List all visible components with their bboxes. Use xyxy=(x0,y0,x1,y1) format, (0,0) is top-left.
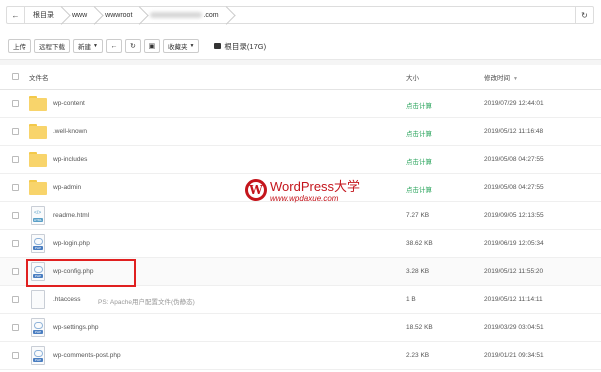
refresh-icon[interactable]: ↻ xyxy=(124,39,141,53)
php-file-icon: PHP xyxy=(31,346,45,365)
file-name[interactable]: .htaccess xyxy=(53,296,80,303)
row-checkbox[interactable] xyxy=(12,324,19,333)
file-name[interactable]: wp-login.php xyxy=(53,240,90,247)
folder-icon xyxy=(29,152,47,167)
file-size: 2.23 KB xyxy=(406,352,430,359)
modified-time: 2019/09/05 12:13:55 xyxy=(484,212,544,219)
breadcrumb: ← 根目录 www wwwroot .com ↻ xyxy=(6,6,594,24)
file-note: PS: Apache用户配置文件(伪静态) xyxy=(98,299,195,306)
blurred-domain xyxy=(150,12,203,18)
breadcrumb-item-domain[interactable]: .com xyxy=(142,7,228,23)
table-row[interactable]: wp-includes 点击计算 2019/05/08 04:27:55 xyxy=(0,146,601,174)
modified-time: 2019/01/21 09:34:51 xyxy=(484,352,544,359)
file-name[interactable]: wp-admin xyxy=(53,184,81,191)
new-dropdown-button[interactable]: 新建 ▼ xyxy=(73,39,103,53)
file-name[interactable]: .well-known xyxy=(53,128,87,135)
column-header-name[interactable]: 文件名 xyxy=(29,72,49,82)
file-size: 38.62 KB xyxy=(406,240,433,247)
table-row[interactable]: wp-content 点击计算 2019/07/29 12:44:01 xyxy=(0,90,601,118)
calculate-size-link[interactable]: 点击计算 xyxy=(406,100,432,110)
sort-down-icon: ▼ xyxy=(513,76,518,82)
back-arrow-icon[interactable]: ← xyxy=(7,7,25,23)
toolbar: 上传 远程下载 新建 ▼ ← ↻ ▣ 收藏夹 ▼ 根目录(17G) xyxy=(8,39,266,53)
folder-icon xyxy=(29,96,47,111)
file-icon xyxy=(31,290,45,309)
folder-icon xyxy=(29,180,47,195)
php-file-icon: PHP xyxy=(31,318,45,337)
row-checkbox[interactable] xyxy=(12,156,19,165)
file-name[interactable]: readme.html xyxy=(53,212,89,219)
upload-button[interactable]: 上传 xyxy=(8,39,31,53)
row-checkbox[interactable] xyxy=(12,100,19,109)
caret-down-icon: ▼ xyxy=(189,43,195,49)
file-size: 3.28 KB xyxy=(406,268,430,275)
highlight-box xyxy=(26,259,136,287)
caret-down-icon: ▼ xyxy=(93,43,98,49)
watermark-title: WordPress大学 xyxy=(270,179,361,194)
watermark-url: www.wpdaxue.com xyxy=(270,194,339,203)
wordpress-logo-icon: W xyxy=(245,178,267,201)
calculate-size-link[interactable]: 点击计算 xyxy=(406,156,432,166)
breadcrumb-item-wwwroot[interactable]: wwwroot xyxy=(97,7,142,23)
terminal-icon[interactable]: ▣ xyxy=(143,39,160,53)
breadcrumb-item-root[interactable]: 根目录 xyxy=(25,7,64,23)
table-row[interactable]: </> HTML readme.html 7.27 KB 2019/09/05 1… xyxy=(0,202,601,230)
row-checkbox[interactable] xyxy=(12,240,19,249)
folder-icon xyxy=(29,124,47,139)
calculate-size-link[interactable]: 点击计算 xyxy=(406,184,432,194)
modified-time: 2019/05/08 04:27:55 xyxy=(484,156,544,163)
table-row[interactable]: .htaccess PS: Apache用户配置文件(伪静态) 1 B 2019… xyxy=(0,286,601,314)
file-name[interactable]: wp-settings.php xyxy=(53,324,99,331)
row-checkbox[interactable] xyxy=(12,212,19,221)
table-row[interactable]: PHP wp-comments-post.php 2.23 KB 2019/01… xyxy=(0,342,601,370)
column-header-size[interactable]: 大小 xyxy=(406,72,419,82)
modified-time: 2019/07/29 12:44:01 xyxy=(484,100,544,107)
row-checkbox[interactable] xyxy=(12,268,19,277)
file-name[interactable]: wp-content xyxy=(53,100,85,107)
breadcrumb-item-www[interactable]: www xyxy=(64,7,97,23)
table-row[interactable]: PHP wp-login.php 38.62 KB 2019/06/19 12:… xyxy=(0,230,601,258)
table-row[interactable]: PHP wp-settings.php 18.52 KB 2019/03/29 … xyxy=(0,314,601,342)
file-size: 7.27 KB xyxy=(406,212,430,219)
modified-time: 2019/05/12 11:16:48 xyxy=(484,128,544,135)
remote-download-button[interactable]: 远程下载 xyxy=(34,39,70,53)
back-arrow-icon[interactable]: ← xyxy=(105,39,122,53)
disk-icon xyxy=(214,43,222,49)
modified-time: 2019/03/29 03:04:51 xyxy=(484,324,544,331)
file-size: 1 B xyxy=(406,296,416,303)
disk-usage[interactable]: 根目录(17G) xyxy=(214,41,266,52)
row-checkbox[interactable] xyxy=(12,184,19,193)
watermark: W WordPress大学 www.wpdaxue.com xyxy=(245,176,360,203)
php-file-icon: PHP xyxy=(31,234,45,253)
favorites-dropdown-button[interactable]: 收藏夹 ▼ xyxy=(162,39,200,53)
modified-time: 2019/05/12 11:55:20 xyxy=(484,268,544,275)
modified-time: 2019/05/12 11:14:11 xyxy=(484,296,543,303)
row-checkbox[interactable] xyxy=(12,352,19,361)
modified-time: 2019/05/08 04:27:55 xyxy=(484,184,544,191)
refresh-icon[interactable]: ↻ xyxy=(575,7,593,23)
calculate-size-link[interactable]: 点击计算 xyxy=(406,128,432,138)
table-header: 文件名 大小 修改时间 ▼ xyxy=(0,65,601,90)
html-file-icon: </> HTML xyxy=(31,206,45,225)
table-row[interactable]: .well-known 点击计算 2019/05/12 11:16:48 xyxy=(0,118,601,146)
row-checkbox[interactable] xyxy=(12,128,19,137)
file-size: 18.52 KB xyxy=(406,324,433,331)
select-all-checkbox[interactable] xyxy=(12,72,19,82)
row-checkbox[interactable] xyxy=(12,296,19,305)
modified-time: 2019/06/19 12:05:34 xyxy=(484,240,544,247)
file-name[interactable]: wp-comments-post.php xyxy=(53,352,121,359)
column-header-time[interactable]: 修改时间 ▼ xyxy=(484,72,518,82)
file-name[interactable]: wp-includes xyxy=(53,156,87,163)
